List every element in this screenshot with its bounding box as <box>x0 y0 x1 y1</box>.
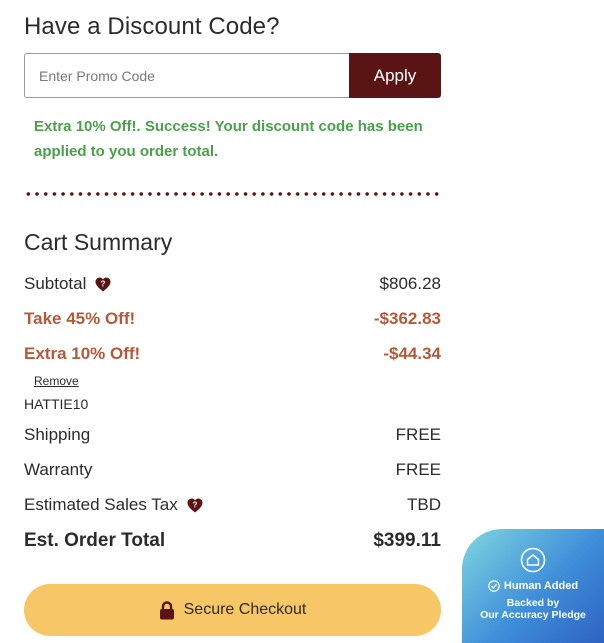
warranty-row: Warranty FREE <box>24 460 441 480</box>
promo-code-input[interactable] <box>24 53 349 98</box>
apply-button[interactable]: Apply <box>349 53 441 98</box>
heart-help-icon[interactable]: ? <box>95 277 111 292</box>
discount-success-message: Extra 10% Off!. Success! Your discount c… <box>34 118 423 160</box>
subtotal-row: Subtotal ? $806.28 <box>24 274 441 294</box>
warranty-value: FREE <box>395 460 441 479</box>
shipping-label: Shipping <box>24 425 91 444</box>
sales-tax-row: Estimated Sales Tax ? TBD <box>24 495 441 515</box>
badge-title: Human Added <box>503 580 579 592</box>
discount-10-value: -$44.34 <box>383 344 441 363</box>
order-total-row: Est. Order Total $399.11 <box>24 530 441 552</box>
remove-code-link[interactable]: Remove <box>34 374 79 388</box>
cart-summary-heading: Cart Summary <box>24 229 173 255</box>
sales-tax-value: TBD <box>407 495 441 514</box>
svg-text:?: ? <box>101 279 106 288</box>
shipping-row: Shipping FREE <box>24 425 441 445</box>
shipping-value: FREE <box>395 425 441 444</box>
order-total-value: $399.11 <box>373 530 441 551</box>
order-total-label: Est. Order Total <box>24 530 166 551</box>
warranty-label: Warranty <box>24 460 93 479</box>
promo-code-form: Apply <box>24 53 441 98</box>
discount-10-label: Extra 10% Off! <box>24 344 141 363</box>
lock-icon <box>159 600 175 620</box>
secure-checkout-button[interactable]: Secure Checkout <box>24 584 441 636</box>
applied-code: HATTIE10 <box>24 396 89 412</box>
subtotal-label: Subtotal <box>24 274 87 293</box>
badge-line-2: Our Accuracy Pledge <box>480 609 586 621</box>
discount-row-10: Extra 10% Off! -$44.34 <box>24 344 441 364</box>
cart-page: Have a Discount Code? Apply Extra 10% Of… <box>0 0 604 643</box>
subtotal-value: $806.28 <box>379 274 441 293</box>
discount-row-45: Take 45% Off! -$362.83 <box>24 309 441 329</box>
discount-45-value: -$362.83 <box>373 309 441 328</box>
sales-tax-label: Estimated Sales Tax <box>24 495 178 514</box>
secure-checkout-label: Secure Checkout <box>183 601 307 618</box>
heart-help-icon[interactable]: ? <box>187 498 203 513</box>
dotted-divider <box>24 191 441 197</box>
svg-text:?: ? <box>192 500 197 509</box>
house-icon <box>462 547 604 573</box>
human-added-badge[interactable]: Human Added Backed by Our Accuracy Pledg… <box>462 529 604 643</box>
discount-heading: Have a Discount Code? <box>24 13 280 40</box>
badge-line-1: Backed by <box>506 597 560 609</box>
check-circle-icon <box>488 580 500 592</box>
discount-45-label: Take 45% Off! <box>24 309 136 328</box>
